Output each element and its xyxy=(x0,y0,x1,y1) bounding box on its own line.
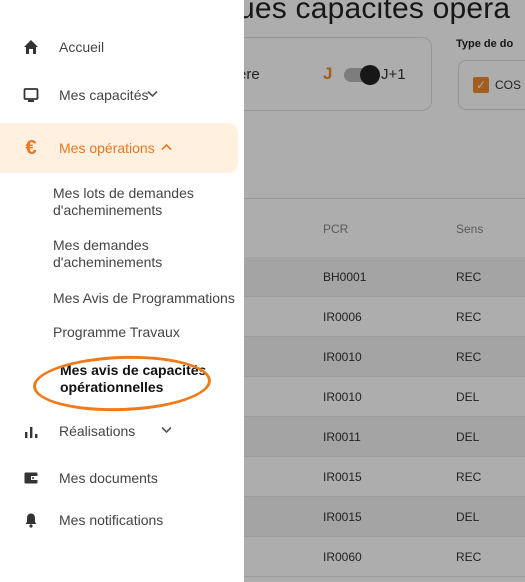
nav-drawer: Accueil Mes capacités € Mes opérations M… xyxy=(0,0,244,582)
sub-item-avis-programmations[interactable]: Mes Avis de Programmations xyxy=(53,290,243,307)
nav-label: Mes documents xyxy=(59,470,158,486)
nav-item-realisations[interactable]: Réalisations xyxy=(0,411,244,451)
nav-item-mes-documents[interactable]: Mes documents xyxy=(0,458,244,498)
euro-icon: € xyxy=(25,136,37,159)
sub-item-programme-travaux[interactable]: Programme Travaux xyxy=(53,324,243,341)
nav-label: Réalisations xyxy=(59,423,136,439)
nav-label: Mes capacités xyxy=(59,87,149,103)
sub-item-demandes[interactable]: Mes demandes d'acheminements xyxy=(53,237,243,271)
nav-item-accueil[interactable]: Accueil xyxy=(0,27,244,67)
chevron-up-icon xyxy=(161,142,172,154)
home-icon xyxy=(22,38,40,56)
nav-item-mes-notifications[interactable]: Mes notifications xyxy=(0,500,244,540)
nav-label: Mes opérations xyxy=(59,140,155,156)
sub-item-lots-demandes[interactable]: Mes lots de demandes d'acheminements xyxy=(53,185,243,219)
nav-label: Mes notifications xyxy=(59,512,164,528)
monitor-icon xyxy=(22,86,40,104)
chevron-down-icon xyxy=(161,425,172,437)
nav-item-mes-operations[interactable]: € Mes opérations xyxy=(0,123,238,173)
nav-label: Accueil xyxy=(59,39,105,55)
chevron-down-icon xyxy=(147,89,158,101)
bar-chart-icon xyxy=(22,422,40,440)
nav-item-mes-capacites[interactable]: Mes capacités xyxy=(0,75,244,115)
sub-item-avis-capacites[interactable]: Mes avis de capacités opérationnelles xyxy=(60,362,230,396)
wallet-icon xyxy=(22,469,40,487)
bell-icon xyxy=(22,511,40,529)
